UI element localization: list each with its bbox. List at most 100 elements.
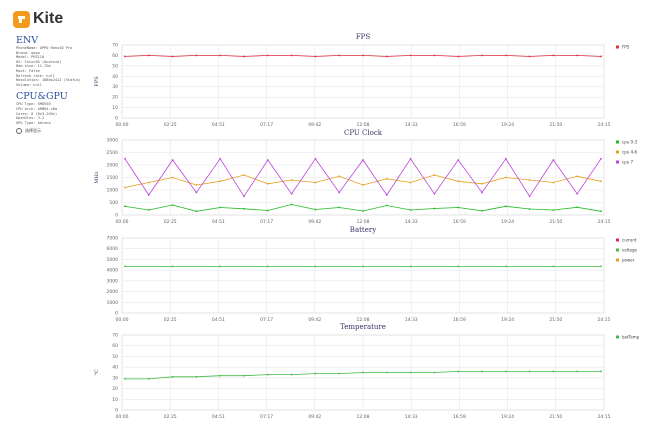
data-point [362,371,364,374]
data-point [600,210,602,213]
y-tick-label: 10 [112,397,118,403]
data-point [576,206,579,209]
data-point [124,205,126,208]
data-point [171,159,174,161]
data-point [314,181,317,184]
data-point [409,265,412,268]
x-tick-label: 00:00 [116,414,129,420]
data-point [552,54,555,57]
data-point [457,370,460,373]
data-point [528,55,531,58]
x-tick-label: 02:25 [164,414,177,420]
y-axis-label: °C [94,369,100,376]
x-tick-label: 00:00 [116,317,129,323]
x-tick-label: 07:17 [260,317,273,323]
data-point [171,375,174,378]
y-tick-label: 40 [112,365,118,371]
data-point [385,55,388,58]
data-point [433,207,436,210]
y-tick-label: 3000 [107,278,119,284]
legend-swatch [616,140,619,144]
data-point [290,179,293,181]
data-point [600,55,602,58]
y-axis-label: FPS [94,76,100,87]
data-point [504,370,507,373]
data-point [219,374,222,377]
y-tick-label: 1000 [107,188,119,194]
legend-swatch [616,248,619,252]
x-tick-label: 09:42 [308,414,321,420]
x-tick-label: 12:08 [357,219,370,225]
data-point [433,371,436,374]
y-tick-label: 3000 [107,138,119,144]
y-tick-label: 30 [112,84,118,90]
x-tick-label: 02:25 [164,122,177,128]
legend-label: power [622,258,635,263]
data-point [195,375,198,378]
x-tick-label: 14:33 [405,317,418,323]
data-point [243,55,245,58]
data-point [171,265,174,268]
x-tick-label: 21:50 [549,317,562,323]
x-tick-label: 02:25 [164,317,177,323]
x-tick-label: 07:17 [260,219,273,225]
data-point [481,54,483,57]
x-tick-label: 14:33 [405,122,418,128]
y-tick-label: 0 [115,311,118,317]
data-point [147,181,150,184]
data-point [552,181,555,184]
x-tick-label: 24:15 [598,317,611,323]
data-point [195,54,198,57]
data-point [314,55,317,58]
y-tick-label: 0 [115,213,118,219]
x-tick-label: 14:33 [405,414,418,420]
data-point [409,371,412,374]
data-point [362,54,364,57]
legend-label: current [622,238,637,243]
x-tick-label: 19:24 [501,122,514,128]
data-point [552,370,555,373]
x-tick-label: 09:42 [308,122,321,128]
data-point [457,55,460,58]
data-point [552,159,555,161]
data-point [243,174,245,176]
data-point [266,182,269,185]
y-tick-label: 30 [112,375,118,381]
data-point [290,203,293,206]
data-point [243,374,245,377]
x-tick-label: 24:15 [598,219,611,225]
data-point [266,373,269,376]
data-point [195,184,198,186]
data-point [195,210,198,213]
legend-label: FPS [622,45,630,50]
legend-label: voltage [622,248,637,253]
x-tick-label: 16:59 [453,122,466,128]
data-point [338,206,341,209]
data-point [528,195,531,198]
data-point [528,208,531,210]
data-point [409,157,412,160]
y-tick-label: 1500 [107,175,119,181]
data-point [219,157,222,160]
chart-title: FPS [356,33,371,41]
chart-title: CPU Clock [344,129,383,137]
data-point [600,370,602,373]
y-tick-label: 60 [112,53,118,59]
legend-swatch [616,150,619,154]
x-tick-label: 21:50 [549,219,562,225]
data-point [504,176,507,179]
data-point [457,159,460,161]
data-point [338,54,341,57]
x-tick-label: 16:59 [453,414,466,420]
y-tick-label: 50 [112,354,118,360]
y-tick-label: 70 [112,333,118,339]
data-point [171,176,174,179]
x-tick-label: 04:51 [212,122,225,128]
data-point [314,372,317,375]
x-tick-label: 09:42 [308,317,321,323]
y-tick-label: 500 [109,200,118,206]
data-point [147,54,150,57]
data-point [362,210,364,212]
data-point [338,372,341,375]
data-point [338,175,341,178]
